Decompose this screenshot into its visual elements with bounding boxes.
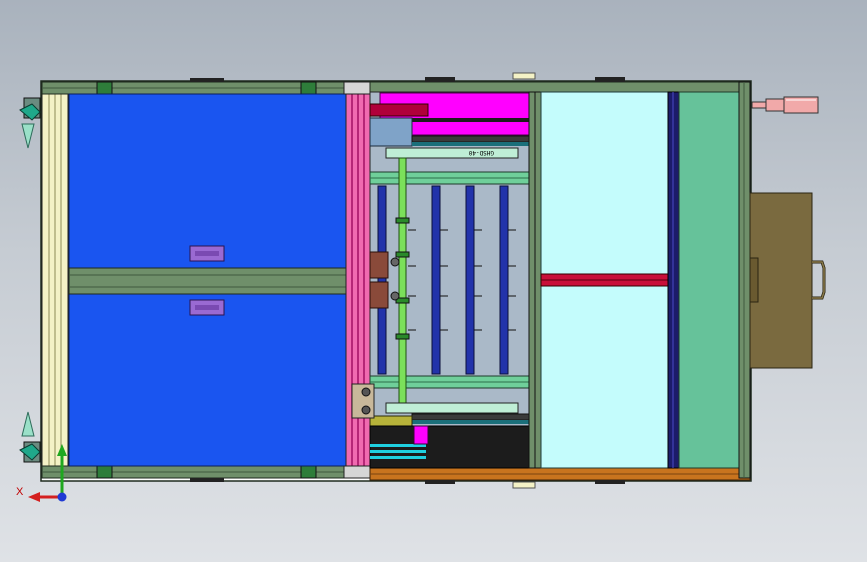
center-divider-posts — [343, 81, 373, 479]
right-bottom-rail — [369, 467, 751, 489]
handle-icon[interactable] — [189, 299, 225, 316]
blue-panel-lower — [68, 293, 347, 467]
right-top-rail — [369, 72, 751, 93]
part-label: GHSD-40 — [468, 149, 494, 156]
light-cyan-panel — [540, 91, 669, 469]
bottom-left-fixture — [351, 383, 375, 419]
olive-side-box[interactable] — [749, 192, 826, 369]
left-guide-rail — [41, 89, 69, 467]
steel-blue-plate — [369, 117, 413, 147]
mechanism-divider — [528, 91, 542, 469]
right-frame-post — [738, 81, 751, 479]
left-hinge-top[interactable] — [19, 97, 41, 149]
axis-x-label: X — [16, 486, 24, 498]
cad-viewport[interactable]: GHSD-40 X — [0, 0, 867, 562]
navy-divider — [667, 91, 680, 469]
left-hinge-bottom[interactable] — [19, 411, 41, 463]
middle-crossbar — [68, 267, 347, 295]
labelled-cylinder: GHSD-40 — [385, 147, 519, 159]
handle-icon[interactable] — [189, 245, 225, 262]
top-dark-bars — [411, 135, 530, 146]
bottom-dark-block — [369, 425, 530, 469]
blue-panel-upper — [68, 93, 347, 269]
sea-green-panel — [678, 91, 740, 469]
pink-cylinder[interactable] — [751, 96, 819, 114]
